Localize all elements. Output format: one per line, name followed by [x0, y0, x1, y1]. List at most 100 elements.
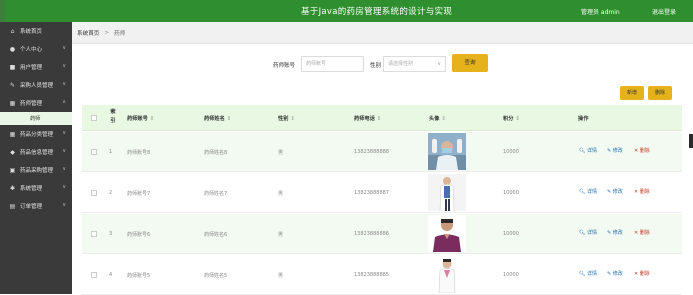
- row-checkbox[interactable]: [91, 190, 97, 196]
- view-button[interactable]: 🔍︎ 详情: [579, 147, 597, 154]
- table-row: 3 药师账号6 药师姓名6 男 13823888886 10000 🔍︎ 详情 …: [82, 214, 682, 254]
- delete-button[interactable]: ✕ 删除: [634, 270, 650, 277]
- main-content: 药师账号 药师账号 性别 请选择性别 ∨ 查询 新增 删除 索 引 药师账号 ⇕ …: [72, 44, 693, 295]
- user-icon: ●: [9, 45, 16, 53]
- column-header-account[interactable]: 药师账号 ⇕: [127, 115, 154, 122]
- sort-icon: ⇕: [376, 116, 382, 122]
- column-header-actions: 操作: [578, 116, 589, 122]
- delete-button[interactable]: ✕ 删除: [634, 229, 650, 236]
- chevron-down-icon: ∨: [62, 45, 66, 51]
- column-header-phone[interactable]: 药师电话 ⇕: [354, 115, 381, 122]
- logout-link[interactable]: 退出登录: [652, 7, 676, 16]
- edit-button[interactable]: ✎ 修改: [607, 147, 623, 154]
- view-button[interactable]: 🔍︎ 详情: [579, 229, 597, 236]
- sidebar-item-system[interactable]: ✱ 系统管理 ∨: [0, 179, 72, 197]
- delete-label: 删除: [639, 230, 650, 236]
- search-icon: 🔍︎: [579, 148, 586, 154]
- sort-icon: ⇕: [441, 116, 446, 122]
- sidebar-item-label: 用户管理: [20, 65, 43, 71]
- pencil-icon: ✎: [607, 230, 612, 236]
- cell-name: 药师姓名5: [204, 273, 228, 279]
- view-label: 详情: [586, 148, 597, 154]
- chevron-down-icon: ∨: [62, 166, 66, 172]
- column-header-label: 药师账号: [127, 116, 148, 122]
- row-checkbox[interactable]: [91, 149, 97, 155]
- sidebar-item-orders[interactable]: ▤ 订单管理 ∨: [0, 197, 72, 215]
- delete-button[interactable]: ✕ 删除: [634, 147, 650, 154]
- edit-label: 修改: [612, 189, 623, 195]
- cell-name: 药师姓名6: [204, 232, 228, 238]
- sidebar-subitem-pharmacist[interactable]: 药师: [0, 112, 72, 125]
- cell-points: 10000: [503, 190, 519, 196]
- edit-label: 修改: [612, 230, 623, 236]
- order-icon: ▤: [9, 202, 16, 210]
- batch-delete-button[interactable]: 删除: [648, 86, 672, 100]
- edit-button[interactable]: ✎ 修改: [607, 229, 623, 236]
- index-header-line2: 引: [110, 118, 116, 124]
- edit-label: 修改: [612, 148, 623, 154]
- info-icon: ◆: [10, 148, 15, 156]
- sidebar-item-drug-info[interactable]: ◆ 药品信息管理 ∨: [0, 143, 72, 161]
- account-search-input[interactable]: 药师账号: [301, 56, 364, 72]
- cell-account: 药师账号8: [127, 150, 151, 156]
- pharmacist-icon: ▦: [9, 99, 16, 107]
- account-search-placeholder: 药师账号: [306, 61, 327, 67]
- cell-gender: 男: [278, 273, 284, 279]
- sidebar-item-drug-purchase[interactable]: ▣ 药品采购管理 ∨: [0, 161, 72, 179]
- edit-button[interactable]: ✎ 修改: [607, 188, 623, 195]
- view-label: 详情: [586, 189, 597, 195]
- delete-button[interactable]: ✕ 删除: [634, 188, 650, 195]
- pencil-icon: ✎: [607, 189, 612, 195]
- row-index: 1: [109, 149, 113, 155]
- search-icon: 🔍︎: [579, 230, 586, 236]
- chevron-up-icon: ∧: [62, 99, 66, 105]
- sidebar-item-buyers[interactable]: ✎ 采购人员管理 ∨: [0, 76, 72, 94]
- view-label: 详情: [586, 271, 597, 277]
- sidebar-item-label: 系统首页: [20, 29, 43, 35]
- row-index: 4: [109, 272, 113, 278]
- sidebar-item-profile[interactable]: ● 个人中心 ∨: [0, 40, 72, 58]
- delete-label: 删除: [639, 189, 650, 195]
- column-header-photo[interactable]: 头像 ⇕: [429, 115, 446, 122]
- gender-select-placeholder: 请选择性别: [388, 61, 414, 67]
- column-header-index: 索 引: [108, 108, 118, 126]
- table-row: 4 药师账号5 药师姓名5 男 13823888885 10000 🔍︎ 详情 …: [82, 255, 682, 295]
- add-button[interactable]: 新增: [620, 86, 644, 100]
- view-button[interactable]: 🔍︎ 详情: [579, 188, 597, 195]
- pharmacist-avatar: [428, 174, 466, 211]
- table-row: 1 药师账号8 药师姓名8 男 13823888888 10000 🔍︎ 详情 …: [82, 132, 682, 172]
- sidebar-item-label: 系统管理: [20, 186, 43, 192]
- chevron-down-icon: ∨: [437, 61, 441, 67]
- gender-select[interactable]: 请选择性别 ∨: [383, 56, 446, 72]
- row-index: 2: [109, 190, 113, 196]
- sidebar-item-users[interactable]: ■ 用户管理 ∨: [0, 58, 72, 76]
- scrollbar-thumb[interactable]: [689, 134, 693, 148]
- breadcrumb-home[interactable]: 系统首页: [77, 29, 99, 37]
- column-header-label: 头像: [429, 116, 440, 122]
- sidebar-item-drug-category[interactable]: ▦ 药品分类管理 ∨: [0, 125, 72, 143]
- sort-icon: ⇕: [149, 116, 155, 122]
- column-header-name[interactable]: 药师姓名 ⇕: [204, 115, 231, 122]
- column-header-gender[interactable]: 性别 ⇕: [278, 115, 295, 122]
- gear-icon: ✱: [9, 184, 16, 192]
- view-button[interactable]: 🔍︎ 详情: [579, 270, 597, 277]
- edit-button[interactable]: ✎ 修改: [607, 270, 623, 277]
- row-checkbox[interactable]: [91, 272, 97, 278]
- sidebar-subitem-label: 药师: [30, 116, 41, 122]
- users-icon: ■: [9, 63, 16, 71]
- delete-label: 删除: [639, 148, 650, 154]
- sidebar-item-pharmacists[interactable]: ▦ 药师管理 ∧: [0, 94, 72, 112]
- top-header: 基于Java的药房管理系统的设计与实现 管理员 admin 退出登录: [0, 0, 693, 22]
- current-user-label: 管理员 admin: [581, 9, 620, 16]
- sort-icon: ⇕: [290, 116, 295, 122]
- row-checkbox[interactable]: [91, 231, 97, 237]
- cell-account: 药师账号7: [127, 191, 151, 197]
- column-header-points[interactable]: 积分 ⇕: [503, 115, 520, 122]
- cell-name: 药师姓名8: [204, 150, 228, 156]
- chevron-down-icon: ∨: [62, 63, 66, 69]
- select-all-checkbox[interactable]: [91, 115, 97, 121]
- cell-gender: 男: [278, 150, 284, 156]
- search-button[interactable]: 查询: [452, 54, 488, 72]
- sidebar-item-home[interactable]: ⌂ 系统首页: [0, 22, 72, 40]
- table-header: 索 引 药师账号 ⇕ 药师姓名 ⇕ 性别 ⇕ 药师电话 ⇕ 头像 ⇕ 积分 ⇕ 操作: [82, 105, 682, 131]
